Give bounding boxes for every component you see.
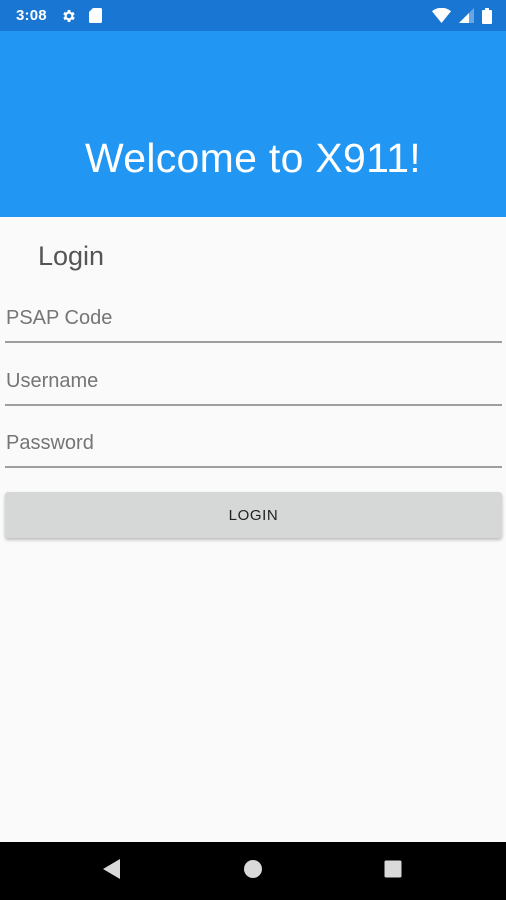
psap-code-input[interactable] bbox=[5, 303, 502, 341]
page-title: Welcome to X911! bbox=[84, 135, 421, 181]
status-time: 3:08 bbox=[16, 7, 47, 24]
login-heading: Login bbox=[38, 241, 105, 271]
battery-icon bbox=[482, 7, 492, 24]
psap-code-field[interactable] bbox=[5, 299, 502, 343]
recents-icon bbox=[384, 860, 402, 883]
settings-gear-icon bbox=[61, 8, 77, 24]
nav-home-button[interactable] bbox=[218, 842, 288, 900]
wifi-icon bbox=[432, 8, 451, 23]
username-field[interactable] bbox=[5, 362, 502, 406]
back-icon bbox=[102, 858, 122, 885]
status-left-icons bbox=[61, 8, 102, 24]
sd-card-icon bbox=[88, 8, 102, 23]
nav-bar bbox=[0, 842, 506, 900]
app-header: Welcome to X911! bbox=[0, 31, 506, 217]
username-input[interactable] bbox=[5, 366, 502, 404]
login-button[interactable]: LOGIN bbox=[5, 492, 502, 538]
nav-back-button[interactable] bbox=[77, 842, 147, 900]
password-field[interactable] bbox=[5, 424, 502, 468]
status-bar: 3:08 bbox=[0, 0, 506, 31]
status-right-icons bbox=[432, 7, 492, 24]
home-icon bbox=[243, 859, 263, 884]
password-input[interactable] bbox=[5, 428, 502, 466]
cell-signal-icon bbox=[459, 8, 474, 23]
nav-recents-button[interactable] bbox=[358, 842, 428, 900]
